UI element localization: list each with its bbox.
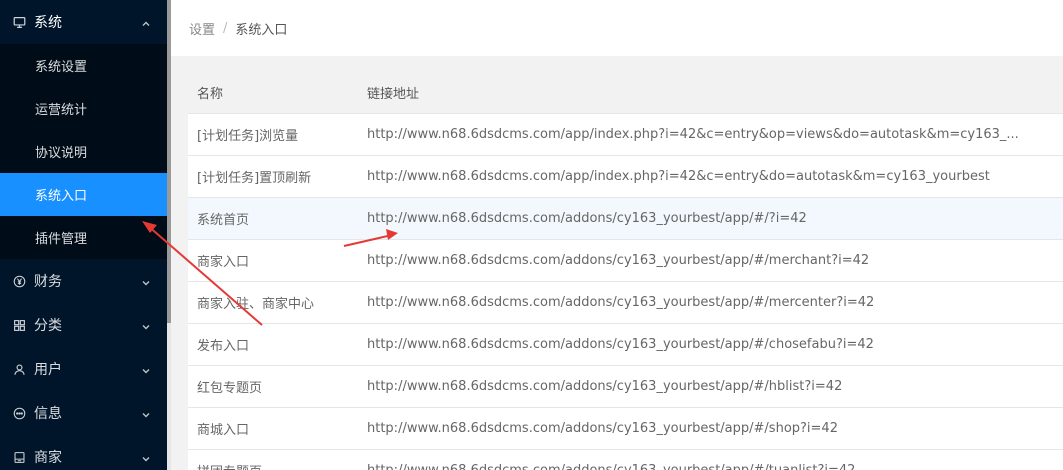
sidebar-item-operation-stats[interactable]: 运营统计: [0, 87, 167, 130]
sidebar-item-agreement[interactable]: 协议说明: [0, 130, 167, 173]
chevron-down-icon: [141, 452, 151, 462]
table-row: 商城入口 http://www.n68.6dsdcms.com/addons/c…: [188, 407, 1063, 450]
table-row: [计划任务]置顶刷新 http://www.n68.6dsdcms.com/ap…: [188, 155, 1063, 198]
entry-table: 名称 链接地址 [计划任务]浏览量 http://www.n68.6dsdcms…: [188, 73, 1063, 470]
entry-url[interactable]: http://www.n68.6dsdcms.com/addons/cy163_…: [359, 365, 1063, 408]
chevron-down-icon: [141, 320, 151, 330]
entry-url[interactable]: http://www.n68.6dsdcms.com/app/index.php…: [359, 155, 1063, 198]
sidebar-group-label: 商家: [34, 450, 62, 466]
table-row: 商家入驻、商家中心 http://www.n68.6dsdcms.com/add…: [188, 281, 1063, 324]
table-row: 拼团专题页 http://www.n68.6dsdcms.com/addons/…: [188, 449, 1063, 470]
yen-icon: [12, 274, 26, 288]
sidebar-group-system[interactable]: 系统: [0, 0, 167, 44]
table-row: 系统首页 http://www.n68.6dsdcms.com/addons/c…: [188, 197, 1063, 240]
entry-name: 红包专题页: [188, 365, 359, 408]
column-header-name: 名称: [188, 73, 359, 114]
table-header-row: 名称 链接地址: [188, 73, 1063, 114]
sidebar-group-category[interactable]: 分类: [0, 303, 167, 347]
entry-url[interactable]: http://www.n68.6dsdcms.com/addons/cy163_…: [359, 407, 1063, 450]
entry-name: 商城入口: [188, 407, 359, 450]
breadcrumb-separator: /: [223, 20, 228, 36]
table-row: 红包专题页 http://www.n68.6dsdcms.com/addons/…: [188, 365, 1063, 408]
chevron-down-icon: [141, 364, 151, 374]
entry-url[interactable]: http://www.n68.6dsdcms.com/addons/cy163_…: [359, 239, 1063, 282]
table-row: 发布入口 http://www.n68.6dsdcms.com/addons/c…: [188, 323, 1063, 366]
monitor-icon: [12, 15, 26, 29]
table-row: 商家入口 http://www.n68.6dsdcms.com/addons/c…: [188, 239, 1063, 282]
sidebar-group-label: 分类: [34, 318, 62, 334]
sidebar-item-system-settings[interactable]: 系统设置: [0, 44, 167, 87]
chevron-up-icon: [141, 17, 151, 27]
table-row: [计划任务]浏览量 http://www.n68.6dsdcms.com/app…: [188, 113, 1063, 156]
sidebar-group-label: 系统: [34, 15, 62, 31]
message-icon: [12, 406, 26, 420]
sidebar-group-label: 用户: [34, 362, 62, 378]
entry-url[interactable]: http://www.n68.6dsdcms.com/addons/cy163_…: [359, 281, 1063, 324]
store-icon: [12, 450, 26, 464]
sidebar-item-label: 运营统计: [35, 103, 88, 118]
sidebar-item-system-entry[interactable]: 系统入口: [0, 173, 167, 216]
entry-url[interactable]: http://www.n68.6dsdcms.com/app/index.php…: [359, 113, 1063, 156]
user-icon: [12, 362, 26, 376]
breadcrumb: 设置 / 系统入口: [171, 0, 1063, 56]
breadcrumb-current: 系统入口: [235, 22, 288, 38]
sidebar-group-label: 财务: [34, 274, 62, 290]
sidebar-item-label: 系统入口: [35, 189, 88, 204]
entry-table-card: 名称 链接地址 [计划任务]浏览量 http://www.n68.6dsdcms…: [188, 73, 1063, 470]
entry-name: [计划任务]置顶刷新: [188, 155, 359, 198]
sidebar-item-label: 协议说明: [35, 146, 88, 161]
entry-name: 系统首页: [188, 197, 359, 240]
breadcrumb-root[interactable]: 设置: [189, 19, 215, 38]
entry-name: 商家入驻、商家中心: [188, 281, 359, 324]
sidebar-group-merchant[interactable]: 商家: [0, 435, 167, 470]
entry-name: 拼团专题页: [188, 449, 359, 470]
chevron-down-icon: [141, 276, 151, 286]
main-content: 设置 / 系统入口 名称 链接地址 [计划任务]浏览量 http://www.n…: [171, 0, 1063, 470]
sidebar-item-plugin-management[interactable]: 插件管理: [0, 216, 167, 259]
entry-url[interactable]: http://www.n68.6dsdcms.com/addons/cy163_…: [359, 323, 1063, 366]
sidebar-group-finance[interactable]: 财务: [0, 259, 167, 303]
column-header-url: 链接地址: [359, 73, 1063, 114]
sidebar-group-message[interactable]: 信息: [0, 391, 167, 435]
chevron-down-icon: [141, 408, 151, 418]
entry-name: [计划任务]浏览量: [188, 113, 359, 156]
sidebar-group-user[interactable]: 用户: [0, 347, 167, 391]
sidebar-submenu-system: 系统设置 运营统计 协议说明 系统入口 插件管理: [0, 44, 167, 259]
sidebar-item-label: 插件管理: [35, 232, 88, 247]
sidebar: 系统 系统设置 运营统计 协议说明 系统入口 插件管理 财务 分类 用户 信息 …: [0, 0, 167, 470]
grid-icon: [12, 318, 26, 332]
sidebar-item-label: 系统设置: [35, 60, 88, 75]
entry-name: 商家入口: [188, 239, 359, 282]
sidebar-group-label: 信息: [34, 406, 62, 422]
entry-url[interactable]: http://www.n68.6dsdcms.com/addons/cy163_…: [359, 449, 1063, 470]
entry-url[interactable]: http://www.n68.6dsdcms.com/addons/cy163_…: [359, 197, 1063, 240]
entry-name: 发布入口: [188, 323, 359, 366]
